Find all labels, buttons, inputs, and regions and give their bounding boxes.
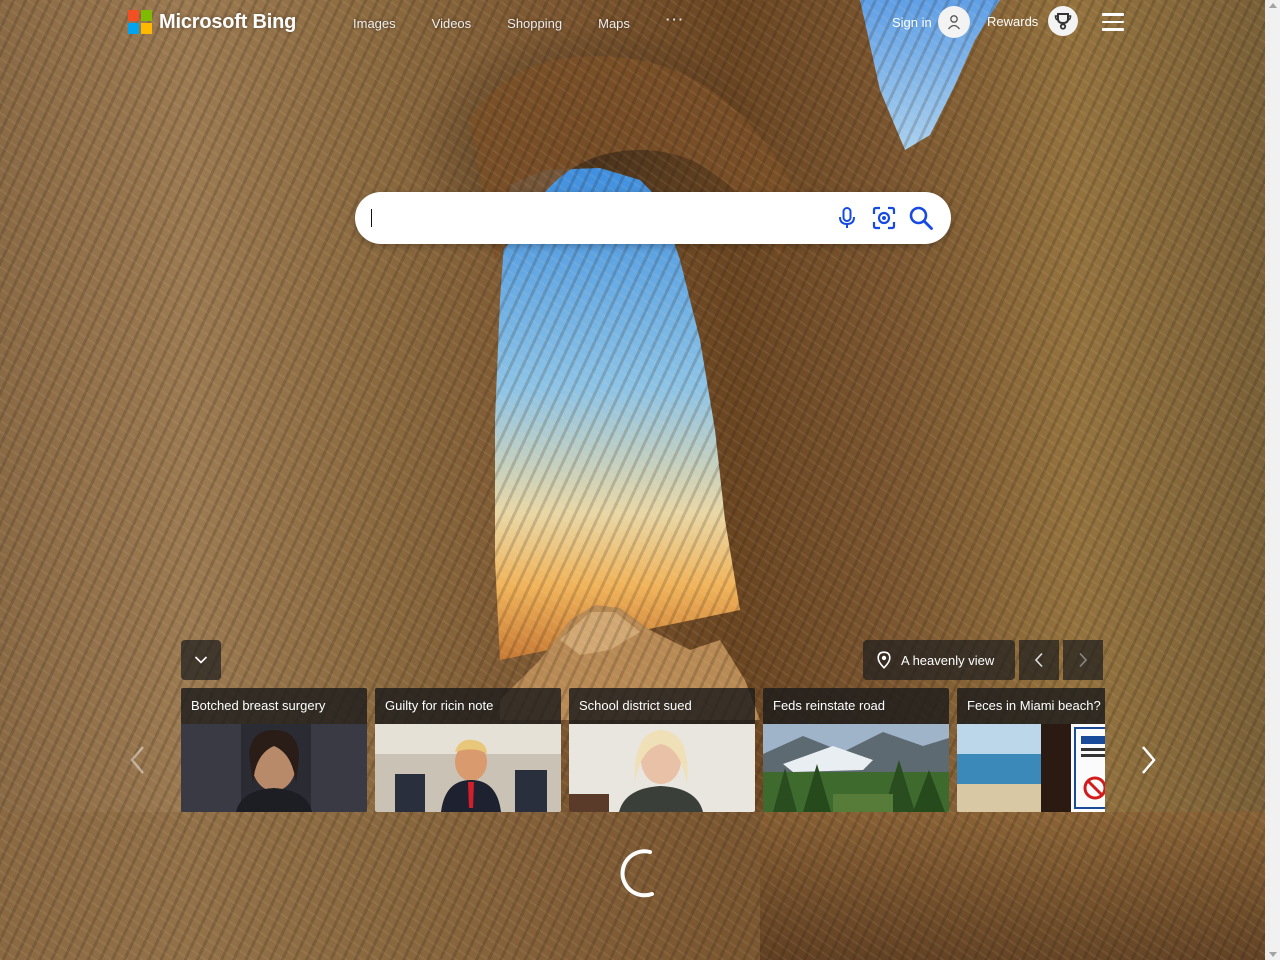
news-card[interactable]: School district sued [569, 688, 755, 812]
news-card-thumbnail [375, 724, 561, 812]
chevron-down-icon [194, 656, 208, 664]
news-card-thumbnail [763, 724, 949, 812]
location-pin-icon [877, 651, 891, 669]
text-cursor [371, 209, 372, 227]
image-of-the-day-info[interactable]: A heavenly view [863, 640, 1015, 680]
news-card[interactable]: Botched breast surgery [181, 688, 367, 812]
vertical-scrollbar[interactable] [1265, 0, 1280, 960]
trophy-icon [1048, 6, 1079, 36]
carousel-next-icon[interactable] [1139, 745, 1159, 775]
loading-spinner-icon [620, 849, 654, 898]
chevron-right-icon [1079, 652, 1088, 668]
microphone-icon[interactable] [833, 204, 861, 232]
news-card-title: Guilty for ricin note [375, 688, 561, 724]
search-icon[interactable] [907, 204, 935, 232]
hamburger-menu-icon[interactable] [1102, 13, 1124, 31]
rewards-button[interactable]: Rewards [987, 6, 1079, 36]
avatar-icon [937, 6, 970, 38]
visual-search-icon[interactable] [870, 204, 898, 232]
nav-maps[interactable]: Maps [598, 16, 630, 31]
microsoft-logo-icon [128, 10, 152, 34]
news-card-title: School district sued [569, 688, 755, 724]
image-caption: A heavenly view [901, 652, 995, 668]
news-card-title: Botched breast surgery [181, 688, 367, 724]
sign-in-label: Sign in [892, 14, 932, 30]
news-card-title: Feds reinstate road [763, 688, 949, 724]
top-header: Microsoft Bing Images Videos Shopping Ma… [0, 0, 1265, 46]
search-input[interactable] [371, 204, 811, 232]
rewards-label: Rewards [987, 13, 1039, 29]
collapse-feed-button[interactable] [181, 640, 221, 680]
bing-logo[interactable]: Microsoft Bing [128, 10, 296, 34]
search-box [355, 192, 951, 244]
nav-shopping[interactable]: Shopping [507, 16, 562, 31]
news-card-title: Feces in Miami beach? [957, 688, 1105, 724]
chevron-left-icon [1034, 652, 1043, 668]
news-card-thumbnail [181, 724, 367, 812]
next-image-button[interactable] [1063, 640, 1103, 680]
news-card[interactable]: Feces in Miami beach? [957, 688, 1105, 812]
news-card[interactable]: Guilty for ricin note [375, 688, 561, 812]
news-card-thumbnail [957, 724, 1105, 812]
brand-name: Microsoft Bing [159, 10, 297, 33]
nav-images[interactable]: Images [353, 16, 396, 31]
carousel-prev-icon[interactable] [128, 745, 148, 775]
scroll-up-icon[interactable] [1269, 3, 1277, 8]
background-image [0, 0, 1265, 960]
previous-image-button[interactable] [1019, 640, 1059, 680]
nav-videos[interactable]: Videos [432, 16, 472, 31]
sign-in-button[interactable]: Sign in [892, 6, 970, 38]
news-card[interactable]: Feds reinstate road [763, 688, 949, 812]
scroll-down-icon[interactable] [1269, 952, 1277, 957]
news-card-thumbnail [569, 724, 755, 812]
news-carousel: Botched breast surgery Guilty for ricin … [181, 688, 1105, 812]
top-nav: Images Videos Shopping Maps ··· [353, 12, 685, 31]
nav-more[interactable]: ··· [666, 12, 685, 27]
